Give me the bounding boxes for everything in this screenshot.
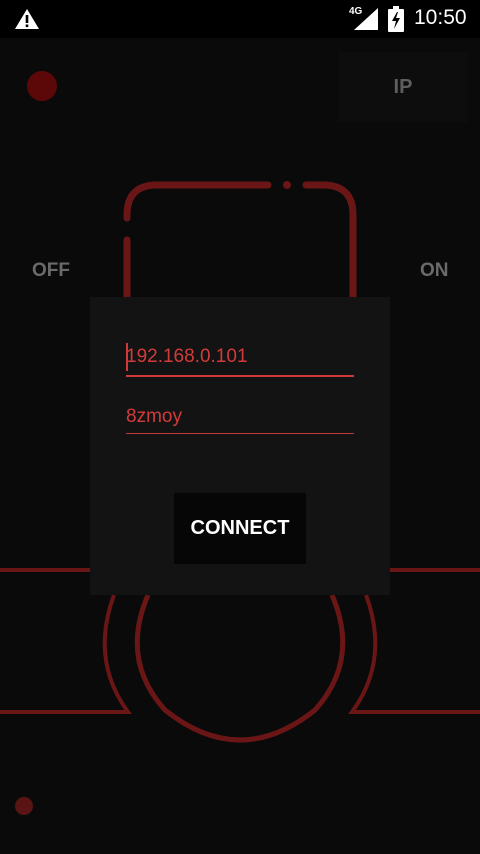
off-label[interactable]: OFF [32, 260, 70, 282]
password-value: 8zmoy [126, 406, 182, 427]
ip-address-input[interactable]: 192.168.0.101 [126, 341, 354, 377]
on-label[interactable]: ON [420, 260, 449, 282]
text-cursor [126, 343, 128, 371]
ip-button[interactable]: IP [338, 52, 468, 122]
status-dot [15, 797, 33, 815]
record-indicator [27, 71, 57, 101]
password-input[interactable]: 8zmoy [126, 401, 354, 434]
connect-dialog: 192.168.0.101 8zmoy CONNECT [90, 297, 390, 595]
ip-address-value: 192.168.0.101 [126, 346, 248, 367]
connect-button[interactable]: CONNECT [174, 493, 306, 564]
